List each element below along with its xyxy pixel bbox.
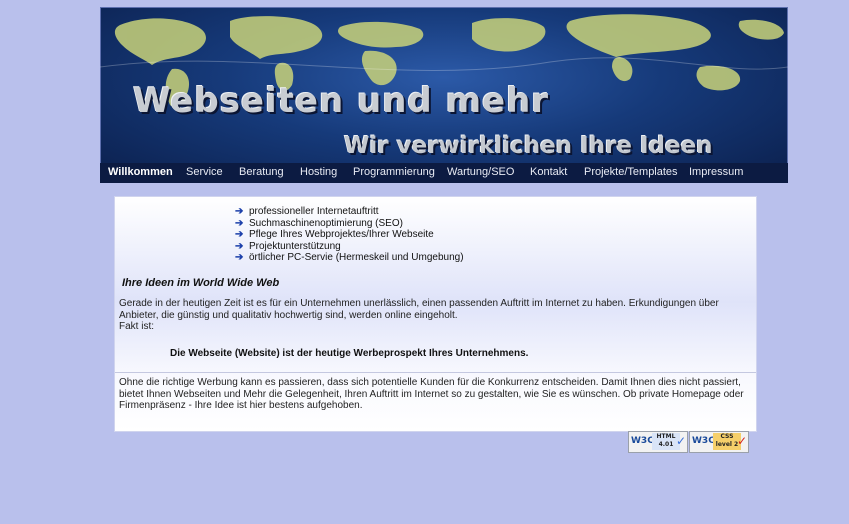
feature-list: ➔ professioneller Internetauftritt ➔ Suchm… [235,206,464,264]
nav-item-projekte-templates[interactable]: Projekte/Templates [584,166,678,178]
arrow-right-icon: ➔ [235,206,244,217]
w3c-logo: W3C [692,436,715,446]
fakt-label: Fakt ist: [119,321,155,332]
main-content: ➔ professioneller Internetauftritt ➔ Suchm… [114,196,757,432]
site-slogan: Wir verwirklichen Ihre Ideen [344,133,713,159]
site-title: Webseiten und mehr [133,81,550,121]
arrow-right-icon: ➔ [235,252,244,264]
highlight-statement: Die Webseite (Website) ist der heutige W… [170,348,529,359]
nav-item-beratung[interactable]: Beratung [239,166,284,178]
nav-item-willkommen[interactable]: Willkommen [108,166,173,178]
intro-paragraph: Gerade in der heutigen Zeit ist es für e… [119,298,719,321]
check-icon: ✓ [675,434,686,448]
check-icon: ✓ [736,434,747,448]
list-item: ➔ örtlicher PC-Servie (Hermeskeil und Umg… [235,252,464,264]
list-item: ➔ Projektunterstützung [235,240,341,252]
nav-item-programmierung[interactable]: Programmierung [353,166,435,178]
arrow-right-icon: ➔ [235,240,244,252]
w3c-logo: W3C [631,436,654,446]
nav-item-wartung-seo[interactable]: Wartung/SEO [447,166,514,178]
list-item: ➔ professioneller Internetauftritt [235,206,379,217]
arrow-right-icon: ➔ [235,217,244,229]
closing-paragraph: Ohne die richtige Werbung kann es passie… [119,377,744,412]
nav-item-impressum[interactable]: Impressum [689,166,743,178]
divider [115,372,756,373]
list-item: ➔ Suchmaschinenoptimierung (SEO) [235,217,403,229]
main-navigation: Willkommen Service Beratung Hosting Prog… [100,163,788,183]
w3c-html-badge[interactable]: W3C HTML 4.01 ✓ [628,431,688,453]
list-item: ➔ Pflege Ihres Webprojektes/Ihrer Webseit… [235,229,434,241]
nav-item-kontakt[interactable]: Kontakt [530,166,567,178]
nav-item-hosting[interactable]: Hosting [300,166,337,178]
header-banner: Webseiten und mehr Wir verwirklichen Ihr… [100,7,788,183]
w3c-css-badge[interactable]: W3C CSS level 2 ✓ [689,431,749,453]
section-heading: Ihre Ideen im World Wide Web [122,277,280,289]
arrow-right-icon: ➔ [235,229,244,241]
nav-item-service[interactable]: Service [186,166,223,178]
